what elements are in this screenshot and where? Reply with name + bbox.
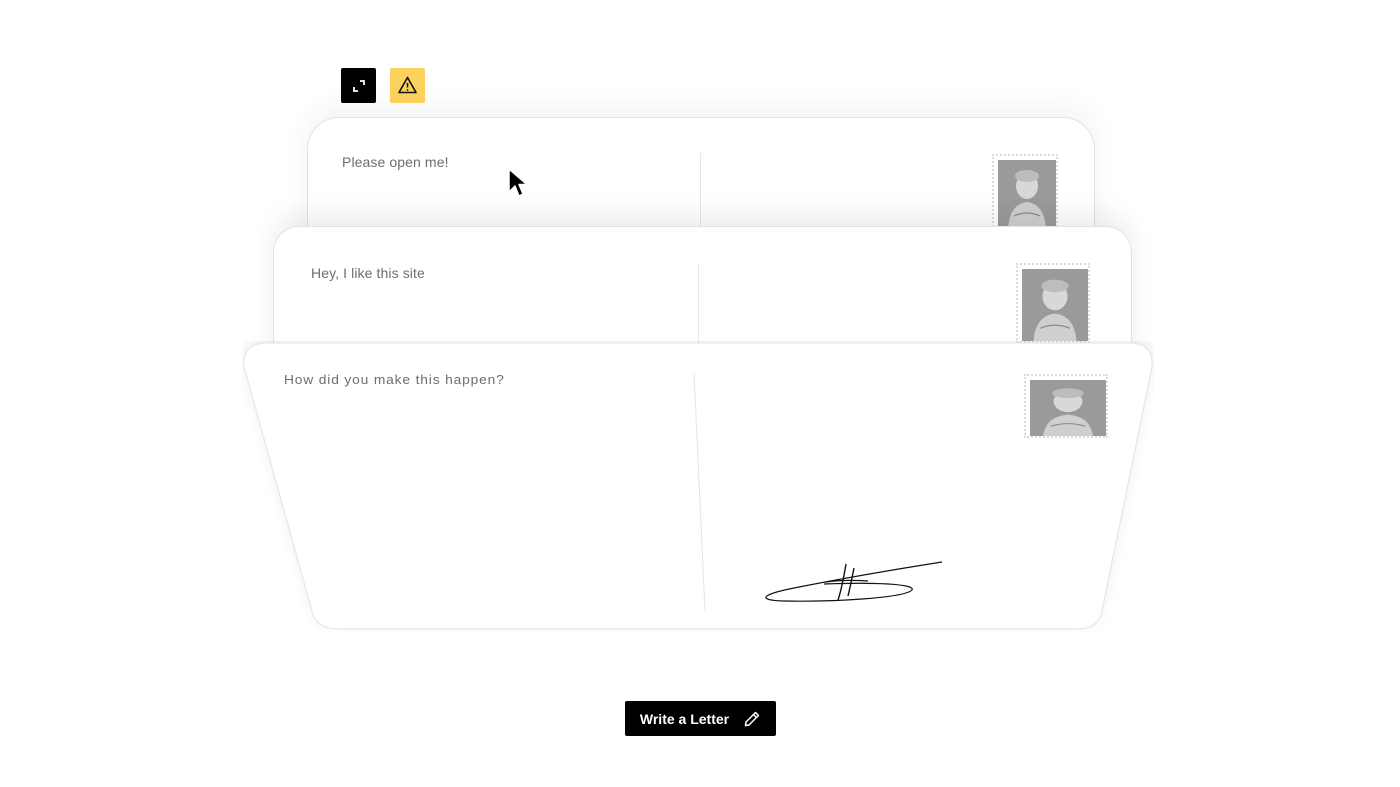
write-letter-label: Write a Letter xyxy=(639,710,730,727)
warning-icon xyxy=(390,68,425,103)
expand-button[interactable] xyxy=(341,68,376,103)
postcard-message: How did you make this happen? xyxy=(284,372,505,387)
stamp-portrait-icon xyxy=(1030,380,1106,436)
stamp xyxy=(1016,263,1090,343)
expand-icon xyxy=(352,79,365,92)
stamp-portrait-icon xyxy=(998,160,1056,228)
stamp-portrait-icon xyxy=(1022,269,1088,341)
postcard-3[interactable]: How did you make this happen? xyxy=(242,341,1154,631)
postcard-message: Please open me! xyxy=(342,154,449,170)
pencil-icon xyxy=(744,711,760,726)
write-letter-button[interactable]: Write a Letter xyxy=(625,701,776,736)
warning-button[interactable] xyxy=(390,68,425,103)
signature xyxy=(765,561,943,602)
postcard-stage: Please open me! Hey, I like this site Ho… xyxy=(0,0,1400,787)
stamp xyxy=(1024,374,1108,438)
postcard-message: Hey, I like this site xyxy=(311,265,425,281)
stamp xyxy=(992,154,1058,230)
